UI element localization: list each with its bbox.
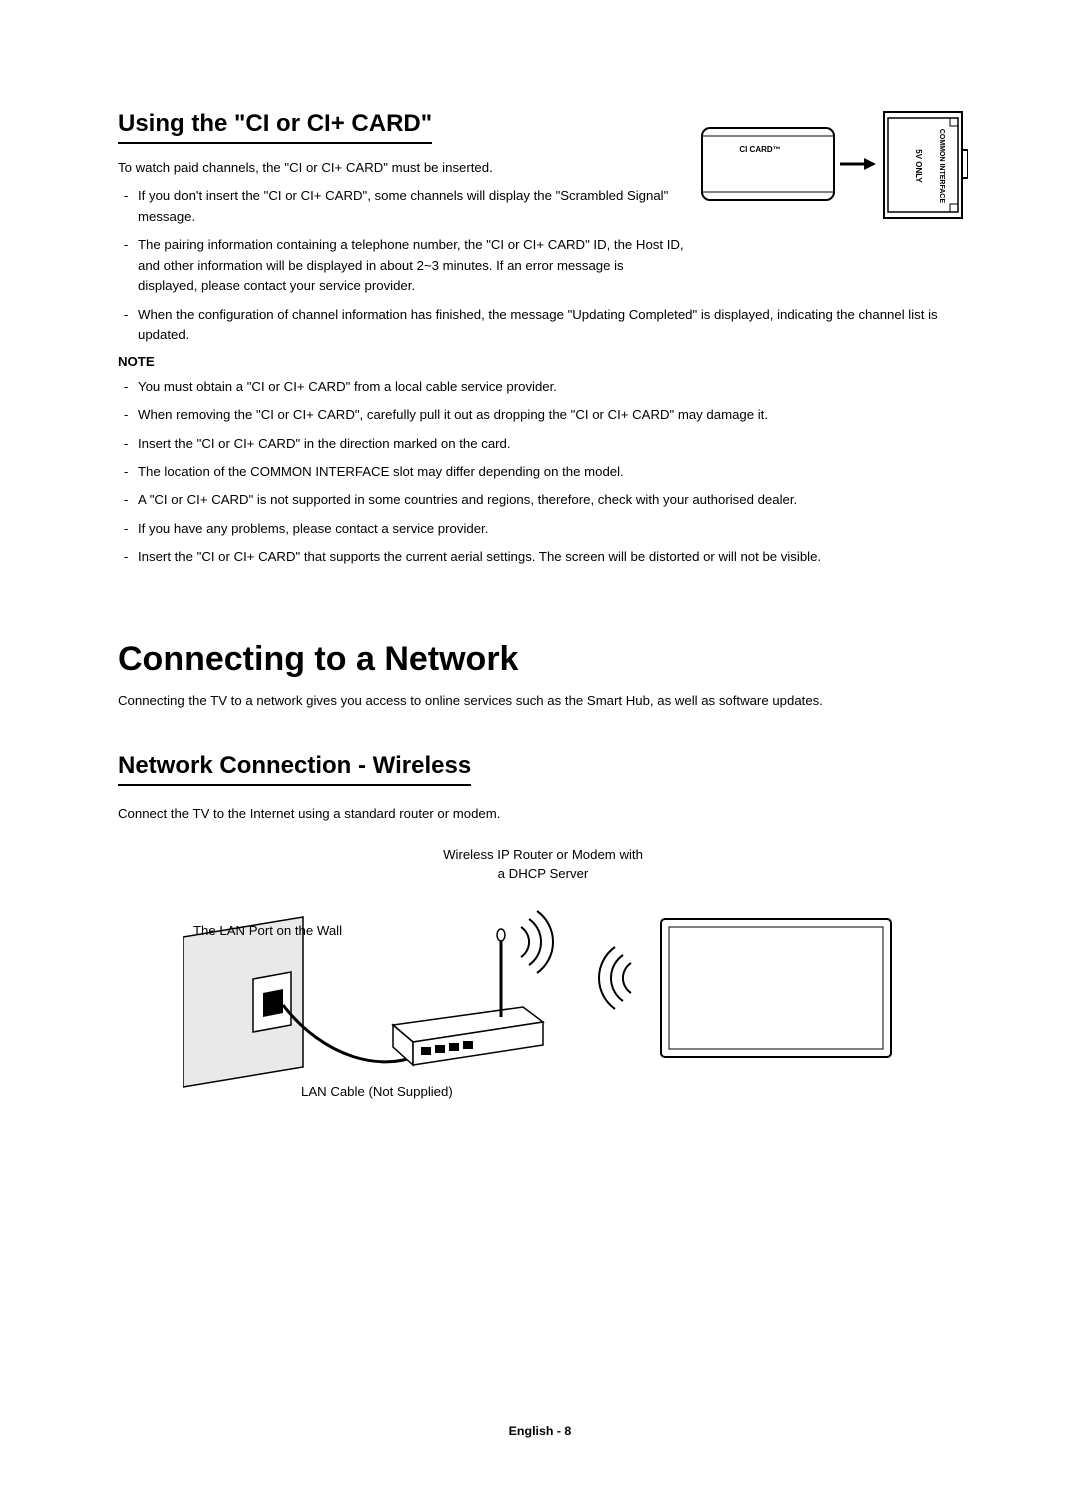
primary-bullets: If you don't insert the "CI or CI+ CARD"… bbox=[118, 186, 686, 296]
section-using-ci-card: CI CARD™ 5V ONLY COMMON INTERFACE bbox=[118, 110, 968, 568]
bullet-item: When the configuration of channel inform… bbox=[118, 305, 968, 346]
primary-bullets-continued: When the configuration of channel inform… bbox=[118, 305, 968, 346]
slot-common-interface-label: COMMON INTERFACE bbox=[938, 129, 945, 204]
subheading-wireless: Network Connection - Wireless bbox=[118, 752, 471, 786]
bullet-item: A "CI or CI+ CARD" is not supported in s… bbox=[118, 490, 968, 510]
note-bullets: You must obtain a "CI or CI+ CARD" from … bbox=[118, 377, 968, 568]
bullet-item: The location of the COMMON INTERFACE slo… bbox=[118, 462, 968, 482]
ci-card-label-svg: CI CARD™ bbox=[739, 145, 780, 154]
bullet-item: If you have any problems, please contact… bbox=[118, 519, 968, 539]
bullet-item: If you don't insert the "CI or CI+ CARD"… bbox=[118, 186, 686, 227]
bullet-item: When removing the "CI or CI+ CARD", care… bbox=[118, 405, 968, 425]
heading-connecting-network: Connecting to a Network bbox=[118, 640, 968, 679]
wireless-diagram: The LAN Port on the Wall bbox=[183, 897, 903, 1117]
diagram-bottom-label: LAN Cable (Not Supplied) bbox=[301, 1084, 453, 1099]
slot-5v-label: 5V ONLY bbox=[914, 149, 923, 183]
intro-text: To watch paid channels, the "CI or CI+ C… bbox=[118, 158, 686, 178]
sub-copy-wireless: Connect the TV to the Internet using a s… bbox=[118, 804, 968, 824]
diagram-top-caption: Wireless IP Router or Modem with a DHCP … bbox=[118, 846, 968, 883]
note-heading: NOTE bbox=[118, 354, 968, 369]
heading-copy: Connecting the TV to a network gives you… bbox=[118, 693, 968, 708]
bullet-item: Insert the "CI or CI+ CARD" that support… bbox=[118, 547, 968, 567]
diagram-left-label: The LAN Port on the Wall bbox=[193, 923, 342, 938]
page-footer: English - 8 bbox=[0, 1424, 1080, 1438]
bullet-item: The pairing information containing a tel… bbox=[118, 235, 686, 296]
ci-card-illustration: CI CARD™ 5V ONLY COMMON INTERFACE bbox=[700, 106, 968, 231]
bullet-item: Insert the "CI or CI+ CARD" in the direc… bbox=[118, 434, 968, 454]
bullet-item: You must obtain a "CI or CI+ CARD" from … bbox=[118, 377, 968, 397]
section-title-ci: Using the "CI or CI+ CARD" bbox=[118, 110, 432, 144]
